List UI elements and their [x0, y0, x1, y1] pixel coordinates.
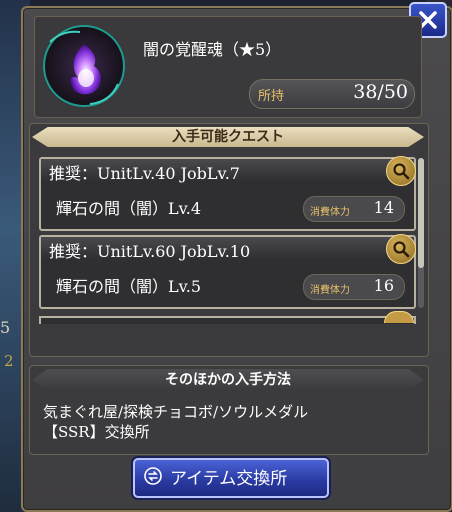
item-name: 闇の覚醒魂（★5）	[143, 40, 282, 59]
quest-recommend-bar: 推奨：UnitLv.60 JobLv.10	[41, 237, 414, 261]
other-methods-line: 【SSR】交換所	[43, 423, 150, 441]
quest-recommend: 推奨：UnitLv.60 JobLv.10	[49, 242, 251, 261]
search-icon	[393, 163, 410, 180]
dark-awakening-soul-icon	[43, 25, 125, 107]
quest-detail-button[interactable]	[386, 234, 416, 264]
stamina-value: 16	[373, 276, 394, 295]
quest-recommend-bar: 推奨：UnitLv.40 JobLv.7	[41, 159, 414, 183]
stamina-label: 消費体力	[310, 285, 350, 296]
scrollbar-thumb[interactable]	[418, 158, 424, 268]
other-methods-line: 気まぐれ屋/探検チョコボ/ソウルメダル	[43, 403, 309, 421]
search-icon	[393, 241, 410, 258]
owned-label: 所持	[258, 89, 285, 104]
background-number: 5	[0, 318, 11, 337]
other-methods-title: そのほかの入手方法	[165, 372, 291, 388]
background-number-2: 2	[4, 352, 14, 370]
owned-count: 38/50	[353, 81, 408, 103]
stamina-label: 消費体力	[310, 207, 350, 218]
quest-recommend: 推奨：UnitLv.40 JobLv.7	[49, 164, 240, 183]
quest-entry-partial[interactable]	[39, 316, 416, 324]
item-exchange-label: アイテム交換所	[170, 469, 288, 489]
stamina-value: 14	[373, 198, 394, 217]
search-icon[interactable]	[384, 311, 414, 323]
exchange-icon	[144, 467, 162, 485]
quest-detail-button[interactable]	[386, 156, 416, 186]
quest-name: 輝石の間（闇）Lv.4	[56, 199, 202, 218]
section-title: 入手可能クエスト	[172, 129, 284, 145]
quest-name: 輝石の間（闇）Lv.5	[56, 277, 202, 296]
